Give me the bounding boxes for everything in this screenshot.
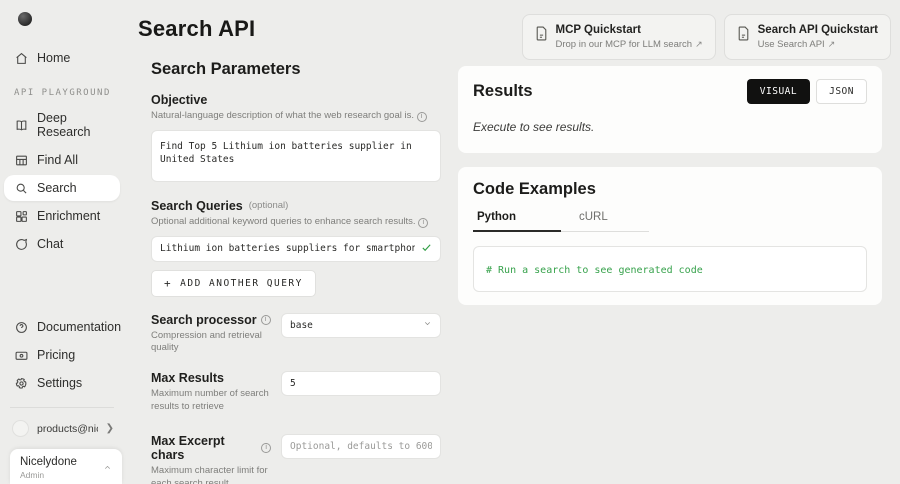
sidebar-divider	[10, 407, 114, 408]
check-icon	[421, 240, 432, 258]
sidebar-item-enrichment[interactable]: Enrichment	[4, 203, 120, 229]
external-link-icon: ↗︎	[695, 39, 703, 50]
form-heading: Search Parameters	[151, 60, 441, 79]
results-view-toggle: VISUAL JSON	[747, 79, 867, 104]
code-snippet: # Run a search to see generated code	[486, 265, 703, 276]
sidebar-section-label: API PLAYGROUND	[14, 88, 124, 98]
tab-python[interactable]: Python	[473, 211, 561, 232]
quickstart-subtitle: Drop in our MCP for LLM search	[556, 39, 693, 50]
sidebar-item-label: Deep Research	[37, 111, 110, 139]
sidebar-item-label: Home	[37, 51, 70, 65]
processor-label: Search processor i	[151, 313, 271, 327]
home-icon	[14, 51, 28, 65]
max-excerpt-label: Max Excerpt chars i	[151, 434, 271, 462]
external-link-icon: ↗︎	[828, 39, 836, 50]
max-excerpt-description: Maximum character limit for each search …	[151, 465, 271, 484]
sidebar-item-documentation[interactable]: Documentation	[4, 314, 120, 340]
search-icon	[14, 181, 28, 195]
app-logo	[18, 12, 32, 26]
book-icon	[14, 118, 28, 132]
blocks-icon	[14, 209, 28, 223]
max-results-label: Max Results	[151, 371, 271, 385]
code-examples-card: Code Examples Python cURL # Run a search…	[458, 167, 882, 305]
sidebar-item-search[interactable]: Search	[4, 175, 120, 201]
queries-description: Optional additional keyword queries to e…	[151, 216, 441, 229]
sidebar-item-label: Documentation	[37, 320, 121, 334]
json-toggle-button[interactable]: JSON	[816, 79, 867, 104]
search-api-quickstart-card[interactable]: Search API Quickstart Use Search API ↗︎	[724, 14, 891, 60]
info-icon: i	[418, 218, 428, 228]
page-title: Search API	[138, 16, 255, 42]
chat-icon	[14, 237, 28, 251]
results-heading: Results	[473, 82, 533, 101]
account-switcher[interactable]: products@nic... ❯	[0, 414, 124, 443]
objective-input[interactable]: Find Top 5 Lithium ion batteries supplie…	[151, 130, 441, 182]
results-card: Results VISUAL JSON Execute to see resul…	[458, 66, 882, 153]
gear-icon	[14, 376, 28, 390]
card-icon	[14, 348, 28, 362]
mcp-quickstart-card[interactable]: MCP Quickstart Drop in our MCP for LLM s…	[522, 14, 716, 60]
org-role: Admin	[20, 470, 77, 480]
tab-curl[interactable]: cURL	[561, 211, 649, 232]
add-another-query-button[interactable]: + ADD ANOTHER QUERY	[151, 270, 316, 297]
sidebar-item-deep-research[interactable]: Deep Research	[4, 105, 120, 145]
sidebar-item-find-all[interactable]: Find All	[4, 147, 120, 173]
quickstart-title: MCP Quickstart	[556, 24, 703, 36]
sidebar: Home API PLAYGROUND Deep Research Find A…	[0, 0, 124, 484]
sidebar-item-label: Enrichment	[37, 209, 100, 223]
quickstart-cards: MCP Quickstart Drop in our MCP for LLM s…	[522, 14, 892, 60]
quickstart-subtitle: Use Search API	[758, 39, 825, 50]
sidebar-item-chat[interactable]: Chat	[4, 231, 120, 257]
chevron-right-icon: ❯	[106, 423, 114, 434]
processor-value: base	[290, 320, 313, 331]
query-value: Lithium ion batteries suppliers for smar…	[160, 243, 415, 254]
sidebar-item-home[interactable]: Home	[4, 45, 120, 71]
chevron-up-icon	[103, 459, 112, 477]
sidebar-item-settings[interactable]: Settings	[4, 370, 120, 396]
quickstart-title: Search API Quickstart	[758, 24, 878, 36]
file-icon	[535, 26, 548, 46]
processor-description: Compression and retrieval quality	[151, 330, 271, 356]
info-icon: i	[261, 315, 271, 325]
info-icon: i	[417, 112, 427, 122]
chevron-down-icon	[423, 319, 432, 331]
code-block: # Run a search to see generated code	[473, 246, 867, 292]
processor-select[interactable]: base	[281, 313, 441, 338]
sidebar-item-label: Pricing	[37, 348, 75, 362]
sidebar-item-label: Settings	[37, 376, 82, 390]
help-icon	[14, 320, 28, 334]
results-empty-text: Execute to see results.	[473, 120, 867, 134]
avatar	[12, 420, 29, 437]
main-content: Search API MCP Quickstart Drop in our MC…	[124, 0, 900, 484]
sidebar-item-label: Search	[37, 181, 77, 195]
right-panel: Results VISUAL JSON Execute to see resul…	[458, 66, 882, 319]
info-icon: i	[261, 443, 271, 453]
code-examples-heading: Code Examples	[473, 180, 867, 199]
org-card[interactable]: Nicelydone Admin	[10, 449, 122, 484]
objective-label: Objective	[151, 93, 441, 107]
max-results-input[interactable]	[281, 371, 441, 396]
sidebar-item-label: Find All	[37, 153, 78, 167]
visual-toggle-button[interactable]: VISUAL	[747, 79, 810, 104]
org-name: Nicelydone	[20, 456, 77, 468]
account-email: products@nic...	[37, 423, 98, 435]
objective-description: Natural-language description of what the…	[151, 110, 441, 123]
queries-label: Search Queries (optional)	[151, 199, 441, 213]
table-icon	[14, 153, 28, 167]
sidebar-item-pricing[interactable]: Pricing	[4, 342, 120, 368]
sidebar-item-label: Chat	[37, 237, 63, 251]
max-results-description: Maximum number of search results to retr…	[151, 388, 271, 414]
plus-icon: +	[164, 277, 172, 290]
query-input[interactable]: Lithium ion batteries suppliers for smar…	[151, 236, 441, 262]
optional-tag: (optional)	[249, 200, 289, 211]
search-parameters-panel: Search Parameters Objective Natural-lang…	[151, 60, 441, 484]
max-excerpt-input[interactable]	[281, 434, 441, 459]
code-tabs: Python cURL	[473, 211, 867, 232]
file-icon	[737, 26, 750, 46]
